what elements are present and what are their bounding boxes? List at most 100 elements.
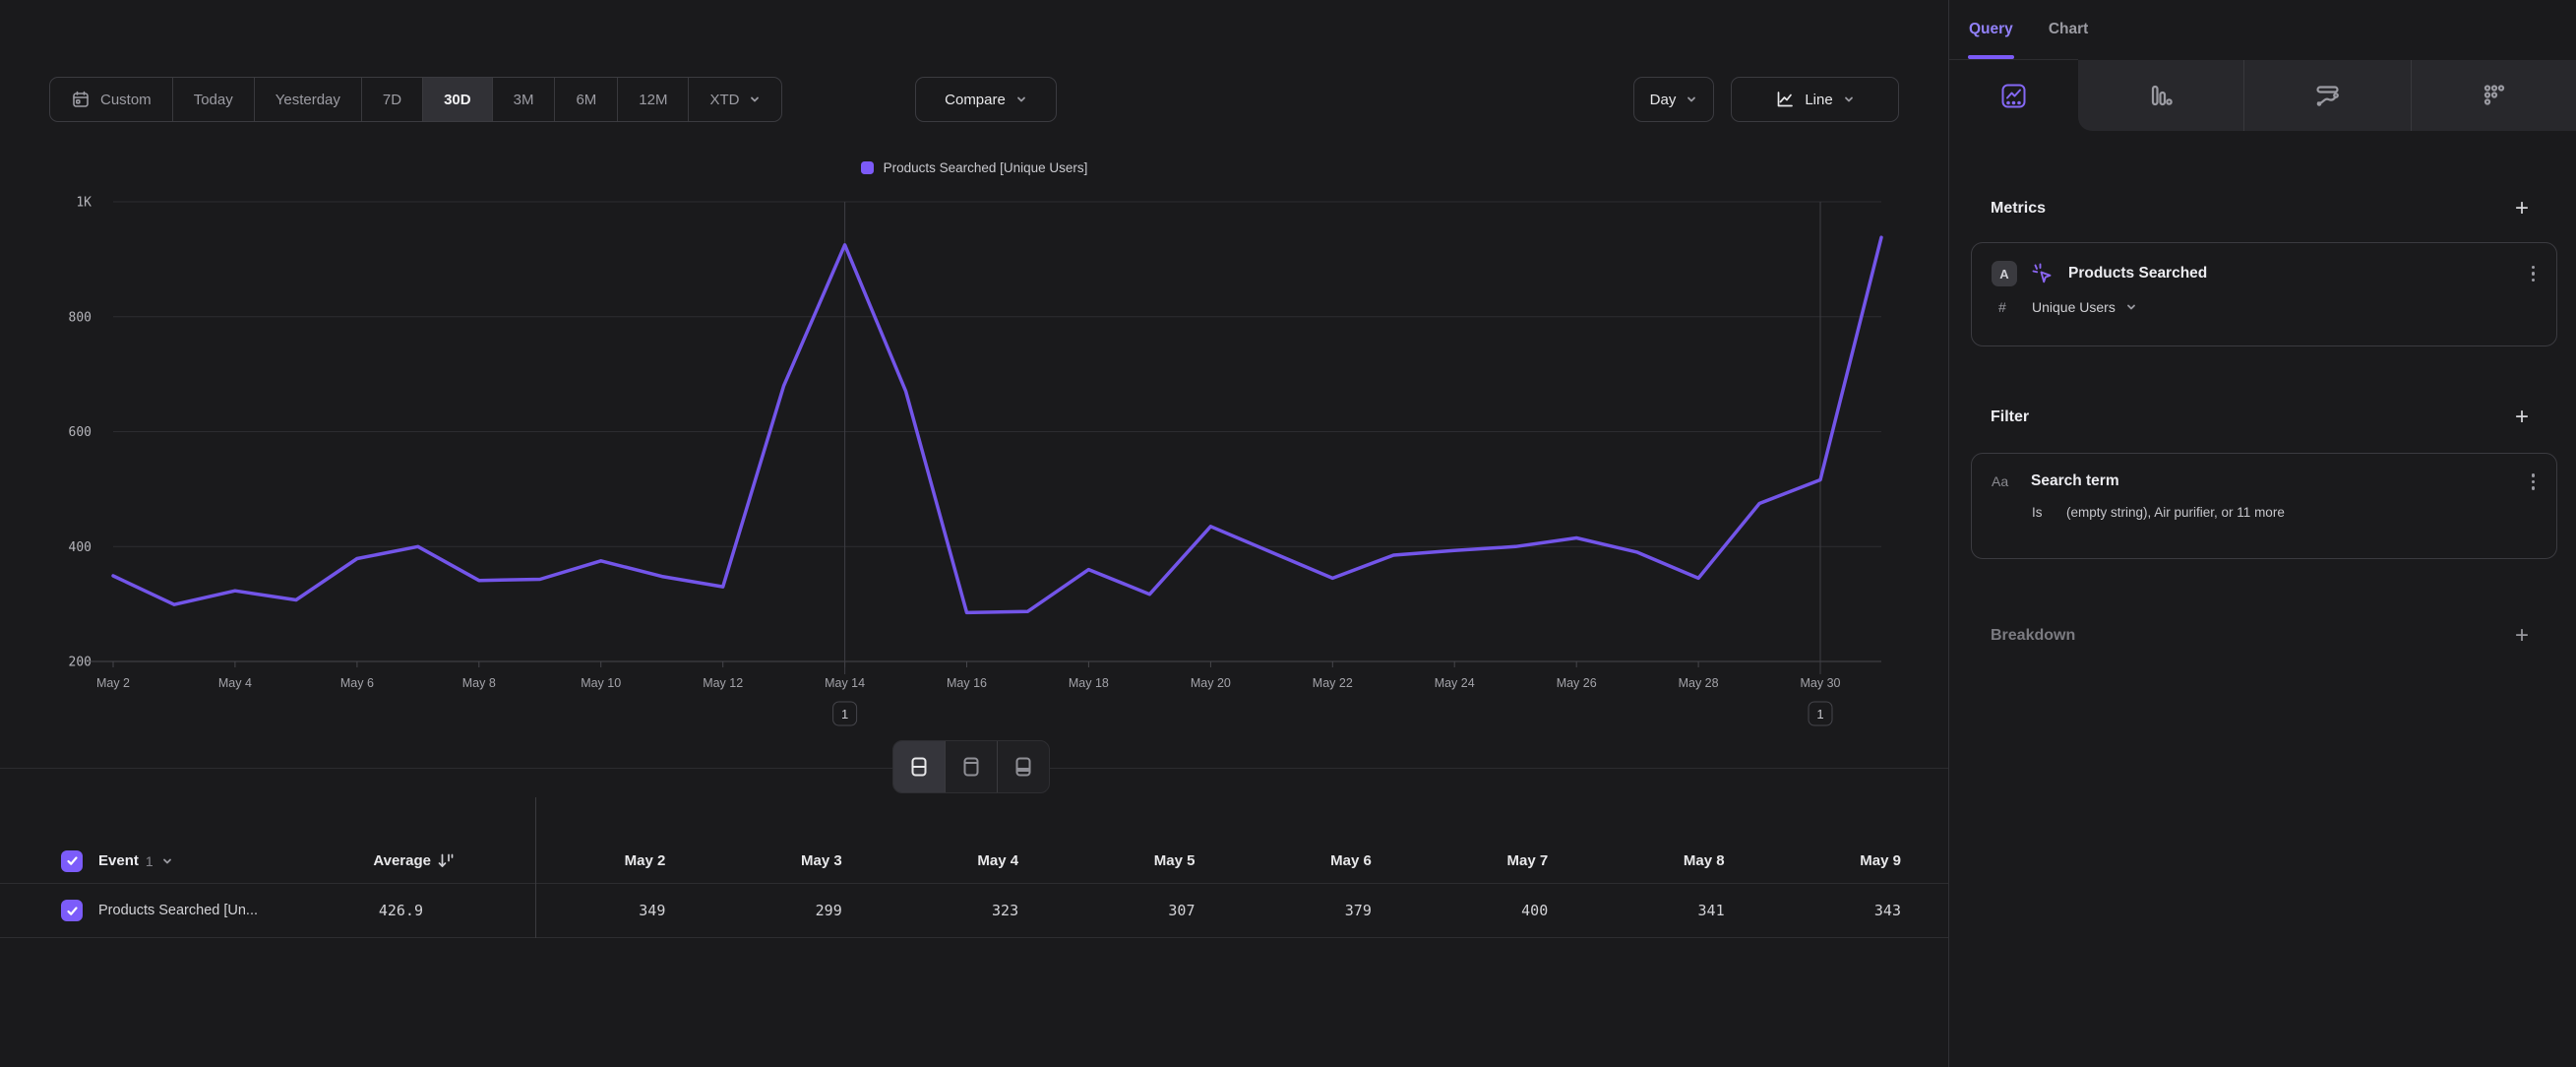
query-sidebar: Query Chart	[1948, 0, 2576, 1067]
sidebar-tabs: Query Chart	[1949, 0, 2576, 59]
chart-type-tab-bar[interactable]	[2078, 60, 2243, 131]
table-row-values: 349299323307379400341343	[536, 884, 1948, 937]
chart-focus-icon	[960, 756, 982, 778]
add-breakdown-button[interactable]: +	[2515, 624, 2529, 648]
line-chart-icon	[2000, 83, 2027, 109]
line-chart-icon	[1775, 90, 1795, 109]
column-header: May 9	[1772, 852, 1948, 869]
chevron-down-icon	[1843, 94, 1855, 105]
svg-text:May 16: May 16	[947, 676, 987, 690]
table-row[interactable]: Products Searched [Un... 426.9 349299323…	[0, 884, 1948, 938]
average-column-label: Average	[373, 852, 431, 869]
add-filter-button[interactable]: +	[2515, 406, 2529, 429]
event-cursor-icon	[2031, 262, 2055, 285]
table-header-row: Event 1 Average May 2May 3May 4May 5May …	[0, 839, 1948, 884]
cell-value: 379	[1243, 902, 1419, 919]
column-header: May 7	[1419, 852, 1595, 869]
chart-type-button[interactable]: Line	[1731, 77, 1899, 122]
layout-chart-button[interactable]	[945, 741, 997, 792]
filter-values-summary: (empty string), Air purifier, or 11 more	[2066, 505, 2285, 520]
compare-label: Compare	[945, 92, 1006, 108]
select-all-checkbox[interactable]	[61, 850, 83, 872]
range-yesterday[interactable]: Yesterday	[254, 78, 361, 121]
event-column-label: Event	[98, 852, 139, 869]
layout-split-button[interactable]	[893, 741, 945, 792]
metrics-section-header: Metrics +	[1991, 193, 2529, 224]
chevron-down-icon	[1686, 94, 1697, 105]
hash-icon: #	[1998, 299, 2032, 315]
svg-text:May 28: May 28	[1679, 676, 1719, 690]
svg-text:May 2: May 2	[96, 676, 130, 690]
results-table: Event 1 Average May 2May 3May 4May 5May …	[0, 839, 1948, 938]
svg-text:May 10: May 10	[581, 676, 621, 690]
filter-property-name: Search term	[2031, 472, 2516, 490]
chart-legend: Products Searched [Unique Users]	[0, 160, 1948, 175]
metric-measure-row[interactable]: # Unique Users	[1972, 286, 2556, 315]
svg-text:May 6: May 6	[340, 676, 374, 690]
row-series-name: Products Searched [Un...	[98, 903, 258, 918]
column-header: May 5	[1066, 852, 1242, 869]
interval-button[interactable]: Day	[1633, 77, 1714, 122]
table-column-divider	[535, 797, 536, 938]
range-12m[interactable]: 12M	[617, 78, 688, 121]
metric-card[interactable]: A Products Searched # Unique Users	[1971, 242, 2557, 346]
sort-icon[interactable]	[437, 852, 455, 869]
svg-text:May 18: May 18	[1069, 676, 1109, 690]
chart-type-tab-more[interactable]	[2411, 60, 2576, 131]
tab-chart[interactable]: Chart	[2049, 21, 2088, 38]
column-header: May 3	[712, 852, 889, 869]
chevron-down-icon[interactable]	[161, 855, 173, 867]
metric-card-header: A Products Searched	[1972, 243, 2556, 286]
event-count: 1	[146, 853, 153, 869]
range-today[interactable]: Today	[172, 78, 254, 121]
cell-value: 299	[712, 902, 889, 919]
range-xtd[interactable]: XTD	[688, 78, 781, 121]
chart-type-strip	[1949, 60, 2576, 131]
cell-value: 307	[1066, 902, 1242, 919]
svg-text:1K: 1K	[76, 196, 92, 211]
add-metric-button[interactable]: +	[2515, 197, 2529, 220]
range-30d[interactable]: 30D	[422, 78, 492, 121]
row-average-value: 426.9	[379, 902, 536, 919]
filter-card[interactable]: Aa Search term Is (empty string), Air pu…	[1971, 453, 2557, 559]
chevron-down-icon	[1015, 94, 1027, 105]
breakdown-title: Breakdown	[1991, 627, 2075, 645]
compare-button[interactable]: Compare	[915, 77, 1057, 122]
kebab-menu-icon[interactable]	[2530, 471, 2538, 492]
chart-type-tab-funnel[interactable]	[2243, 60, 2410, 131]
metric-letter-badge: A	[1992, 261, 2017, 286]
row-checkbox[interactable]	[61, 900, 83, 921]
tab-query[interactable]: Query	[1969, 21, 2013, 38]
line-chart[interactable]: 2004006008001KMay 2May 4May 6May 8May 10…	[0, 182, 1948, 748]
table-header-left: Event 1 Average	[0, 850, 536, 872]
filter-card-header: Aa Search term	[1972, 454, 2556, 492]
legend-swatch	[861, 161, 874, 174]
check-icon	[66, 854, 79, 867]
check-icon	[66, 905, 79, 917]
measure-label: Unique Users	[2032, 299, 2116, 315]
layout-toggle-group	[892, 740, 1050, 793]
layout-table-button[interactable]	[997, 741, 1049, 792]
svg-text:May 22: May 22	[1313, 676, 1353, 690]
svg-text:400: 400	[69, 540, 92, 555]
table-row-left: Products Searched [Un... 426.9	[0, 900, 536, 921]
range-7d[interactable]: 7D	[361, 78, 422, 121]
filter-condition-row[interactable]: Is (empty string), Air purifier, or 11 m…	[1972, 492, 2556, 520]
svg-text:May 20: May 20	[1191, 676, 1231, 690]
range-3m[interactable]: 3M	[492, 78, 555, 121]
range-6m[interactable]: 6M	[554, 78, 617, 121]
bar-chart-icon	[2148, 83, 2174, 108]
svg-text:600: 600	[69, 425, 92, 440]
split-view-icon	[908, 756, 930, 778]
column-header: May 4	[889, 852, 1066, 869]
chart-type-tab-line[interactable]	[1949, 60, 2078, 131]
kebab-menu-icon[interactable]	[2530, 264, 2538, 284]
chevron-down-icon	[2125, 301, 2137, 313]
chart-type-label: Line	[1805, 92, 1832, 108]
breakdown-section-header: Breakdown +	[1991, 620, 2529, 652]
range-custom[interactable]: Custom	[50, 78, 172, 121]
svg-text:May 26: May 26	[1557, 676, 1597, 690]
column-header: May 6	[1243, 852, 1419, 869]
chart-type-tab-strip	[2078, 60, 2576, 131]
svg-text:May 8: May 8	[462, 676, 496, 690]
